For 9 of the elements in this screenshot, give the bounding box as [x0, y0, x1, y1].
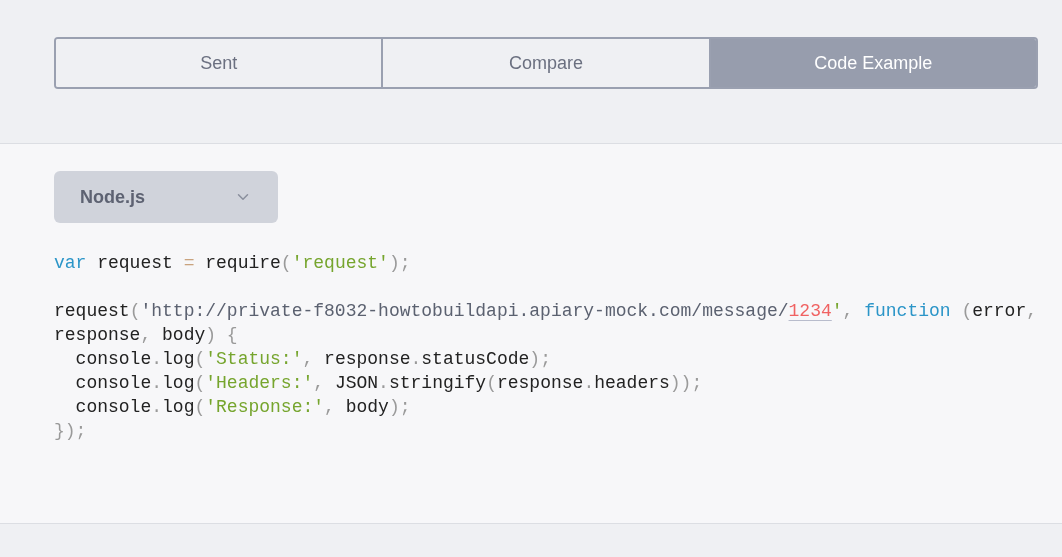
code-line: console.log('Response:', body);	[74, 396, 411, 419]
code-line: request('http://private-f8032-howtobuildapi.apiary-mock.com/message/1234', function (error,	[54, 300, 1038, 323]
code-line: console.log('Headers:', JSON.stringify(response.headers));	[74, 372, 703, 395]
code-line: });	[54, 420, 87, 443]
code-line: console.log('Status:', response.statusCode);	[74, 348, 551, 371]
code-line: var request = require('request');	[54, 252, 411, 275]
tab[interactable]: Code Example	[708, 39, 1036, 87]
code-line: response, body) {	[54, 324, 238, 347]
language-dropdown[interactable]: Node.js	[54, 171, 278, 223]
